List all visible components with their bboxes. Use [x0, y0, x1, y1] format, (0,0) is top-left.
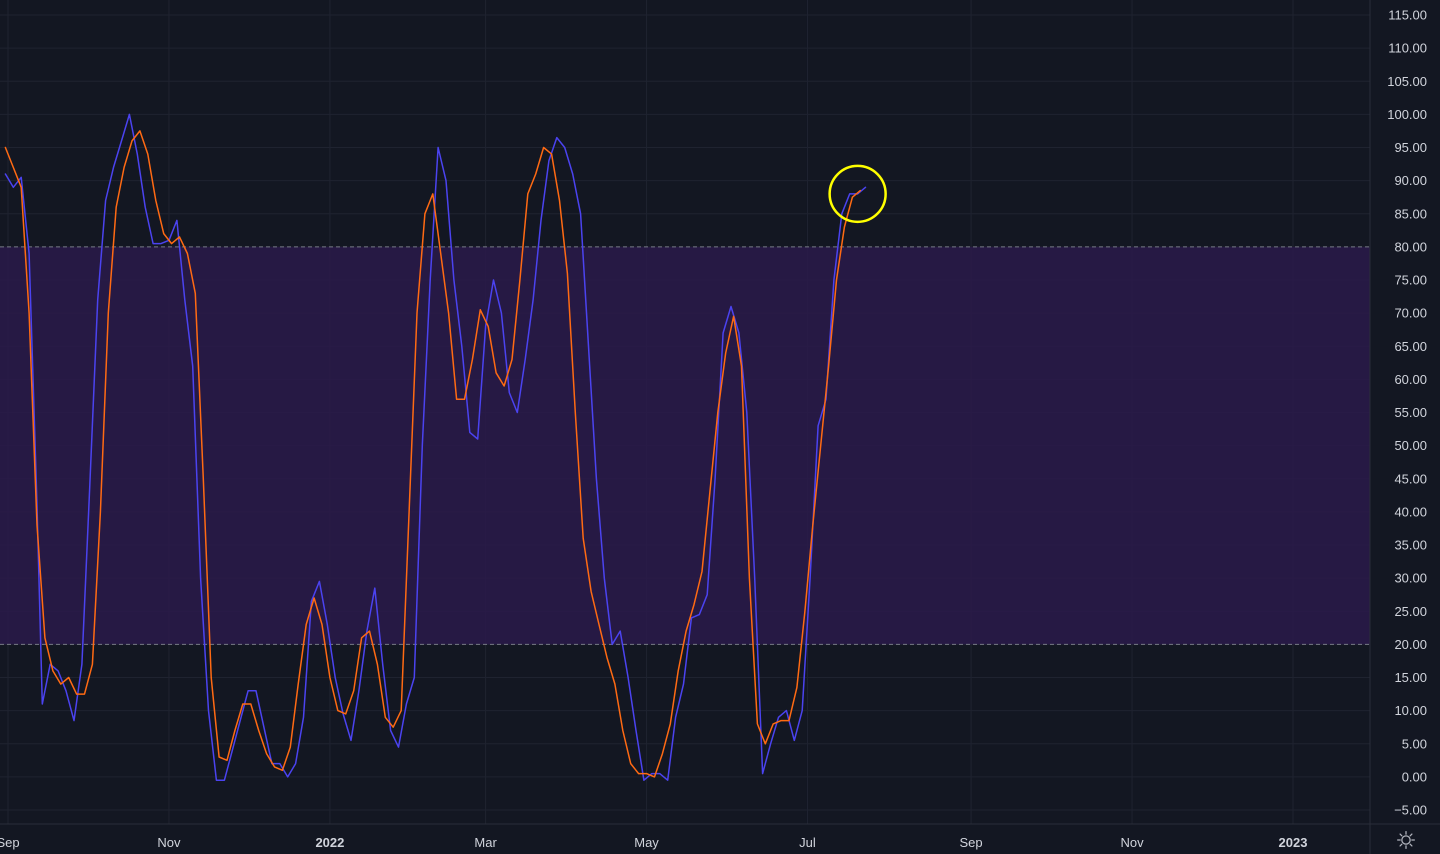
x-tick-label: Nov [1120, 835, 1144, 850]
settings-gear-icon[interactable] [1396, 830, 1416, 850]
y-tick-label: 100.00 [1387, 107, 1427, 122]
y-tick-label: 65.00 [1394, 339, 1427, 354]
x-tick-label: Nov [157, 835, 181, 850]
x-tick-label: Sep [0, 835, 20, 850]
y-tick-label: 105.00 [1387, 74, 1427, 89]
x-tick-label: May [634, 835, 659, 850]
y-tick-label: 75.00 [1394, 273, 1427, 288]
y-tick-label: 45.00 [1394, 471, 1427, 486]
y-tick-label: 110.00 [1388, 41, 1427, 56]
y-tick-label: 60.00 [1394, 372, 1427, 387]
x-tick-label: 2023 [1279, 835, 1308, 850]
x-tick-label: Jul [799, 835, 816, 850]
y-axis[interactable]: 115.00 110.00 105.00 100.00 95.00 90.00 85.00 8… [1369, 0, 1427, 854]
y-tick-label: 30.00 [1394, 571, 1427, 586]
x-tick-label: 2022 [315, 835, 344, 850]
x-tick-label: Sep [960, 835, 983, 850]
y-tick-label: 0.00 [1402, 769, 1427, 784]
y-tick-label: 5.00 [1402, 736, 1427, 751]
y-tick-label: 25.00 [1394, 604, 1427, 619]
y-tick-label: 35.00 [1394, 538, 1427, 553]
y-tick-label: 95.00 [1394, 140, 1427, 155]
y-tick-label: 80.00 [1394, 239, 1427, 254]
band-fill [0, 246, 1370, 645]
y-tick-label: 15.00 [1394, 670, 1427, 685]
y-tick-label: 20.00 [1394, 637, 1427, 652]
y-tick-label: 90.00 [1394, 173, 1427, 188]
y-tick-label: 40.00 [1394, 504, 1427, 519]
overbought-oversold-band [0, 246, 1370, 645]
y-tick-label: −5.00 [1394, 803, 1427, 818]
x-tick-label: Mar [474, 835, 497, 850]
y-tick-label: 55.00 [1394, 405, 1427, 420]
y-tick-label: 70.00 [1394, 306, 1427, 321]
stochastic-chart[interactable]: 115.00 110.00 105.00 100.00 95.00 90.00 85.00 8… [0, 0, 1440, 854]
y-tick-label: 10.00 [1394, 703, 1427, 718]
y-tick-label: 115.00 [1388, 8, 1427, 23]
y-tick-label: 50.00 [1394, 438, 1427, 453]
y-tick-label: 85.00 [1394, 206, 1427, 221]
x-axis[interactable]: Sep Nov 2022 Mar May Jul Sep Nov 2023 [0, 823, 1440, 850]
